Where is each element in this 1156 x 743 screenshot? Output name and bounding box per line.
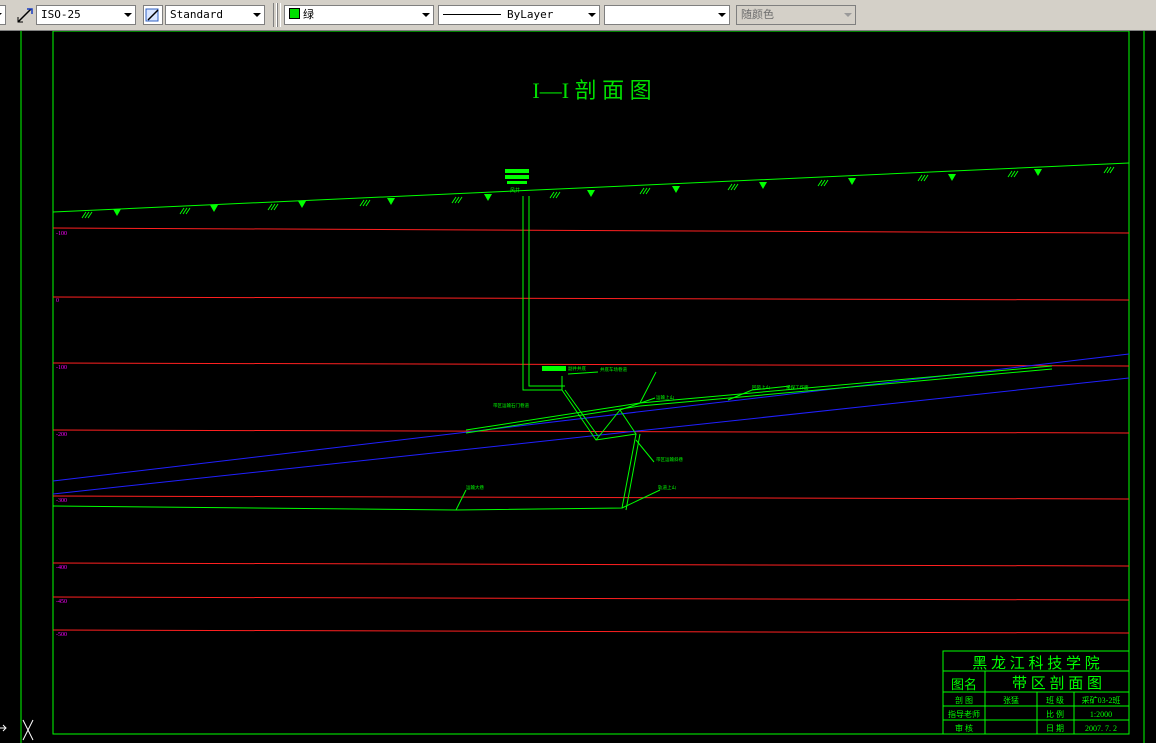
dimstyle-icon[interactable]	[15, 5, 35, 25]
elevation-label: -450	[56, 599, 67, 605]
school-name: 黑 龙 江 科 技 学 院	[972, 654, 1100, 672]
drawing-frame	[20, 31, 1145, 743]
annotation-label: 井底车场巷道	[600, 366, 627, 373]
annotation-label: 运输大巷	[466, 484, 484, 491]
lineweight-select[interactable]	[604, 5, 730, 25]
elevation-label: -500	[56, 632, 67, 638]
elevation-label: 0	[56, 298, 59, 304]
annotation-label: 回风上山	[752, 384, 770, 391]
elevation-lines	[52, 227, 1130, 634]
elevation-label: -100	[56, 231, 67, 237]
tb-cell: 1:2000	[1090, 710, 1112, 719]
prev-combo-stub[interactable]	[0, 5, 6, 25]
textstyle-value: Standard	[170, 8, 223, 21]
linetype-sample-icon	[443, 14, 501, 15]
chevron-down-icon	[844, 13, 852, 17]
tb-cell: 张猛	[1003, 695, 1019, 705]
annotation-label: 采煤工作面	[786, 384, 809, 391]
drawing-canvas[interactable]: I—I 剖 面 图 -100 0 -100 -200 -300 -400 -45…	[0, 31, 1156, 743]
title-block-text: 黑 龙 江 科 技 学 院 图名 带 区 剖 面 图 剖 图 张猛 班 级 采矿…	[948, 654, 1120, 733]
tb-cell: 审 核	[955, 723, 973, 733]
annotation-label: 带区运输石门巷道	[493, 402, 529, 409]
chevron-down-icon	[422, 13, 430, 17]
annotation-label: 运输上山	[656, 394, 674, 401]
elevation-label: -300	[56, 498, 67, 504]
shaft-label: 风井	[510, 187, 520, 194]
color-select[interactable]: 绿	[284, 5, 434, 25]
workings-annotations: 副井井底 井底车场巷道 运输大巷 带区运输石门巷道 带区运输斜巷 运输上山 回风…	[466, 365, 809, 491]
plotstyle-value: 随颜色	[741, 8, 774, 21]
tb-cell: 指导老师	[948, 709, 980, 719]
properties-toolbar: ISO-25 Standard 绿 ByLayer 随颜色	[0, 0, 1156, 31]
chevron-down-icon	[718, 13, 726, 17]
tb-cell: 采矿03-2班	[1082, 695, 1121, 705]
chevron-down-icon	[253, 13, 261, 17]
coal-seam-lines	[52, 353, 1130, 495]
tb-cell: 班 级	[1046, 695, 1064, 705]
ground-markers	[113, 169, 1042, 216]
annotation-label: 带区运输斜巷	[656, 456, 683, 463]
elevation-labels: -100 0 -100 -200 -300 -400 -450 -500	[56, 231, 67, 638]
elevation-label: -100	[56, 365, 67, 371]
dimstyle-select[interactable]: ISO-25	[36, 5, 136, 25]
dimstyle-value: ISO-25	[41, 8, 81, 21]
drawing-name: 带 区 剖 面 图	[1012, 675, 1102, 692]
elevation-label: -400	[56, 565, 67, 571]
color-value: 绿	[303, 8, 314, 21]
tb-cell: 日 期	[1046, 724, 1064, 733]
linetype-value: ByLayer	[507, 8, 554, 21]
tb-cell: 比 例	[1046, 709, 1064, 719]
color-swatch-icon	[289, 8, 300, 19]
ucs-icon	[0, 719, 34, 741]
tb-cell: 剖 图	[955, 695, 973, 705]
elevation-label: -200	[56, 432, 67, 438]
drawing-name-label: 图名	[951, 677, 977, 692]
section-title: I—I 剖 面 图	[532, 78, 651, 103]
plotstyle-select: 随颜色	[736, 5, 856, 25]
linetype-select[interactable]: ByLayer	[438, 5, 600, 25]
chevron-down-icon	[588, 13, 596, 17]
annotation-label: 副井井底	[568, 365, 586, 372]
shaft-headframe	[505, 169, 529, 184]
toolbar-separator	[277, 3, 281, 27]
textstyle-icon[interactable]	[143, 5, 163, 25]
annotation-label: 轨道上山	[658, 484, 676, 491]
chevron-down-icon	[124, 13, 132, 17]
textstyle-select[interactable]: Standard	[165, 5, 265, 25]
tb-cell: 2007. 7. 2	[1085, 724, 1117, 733]
